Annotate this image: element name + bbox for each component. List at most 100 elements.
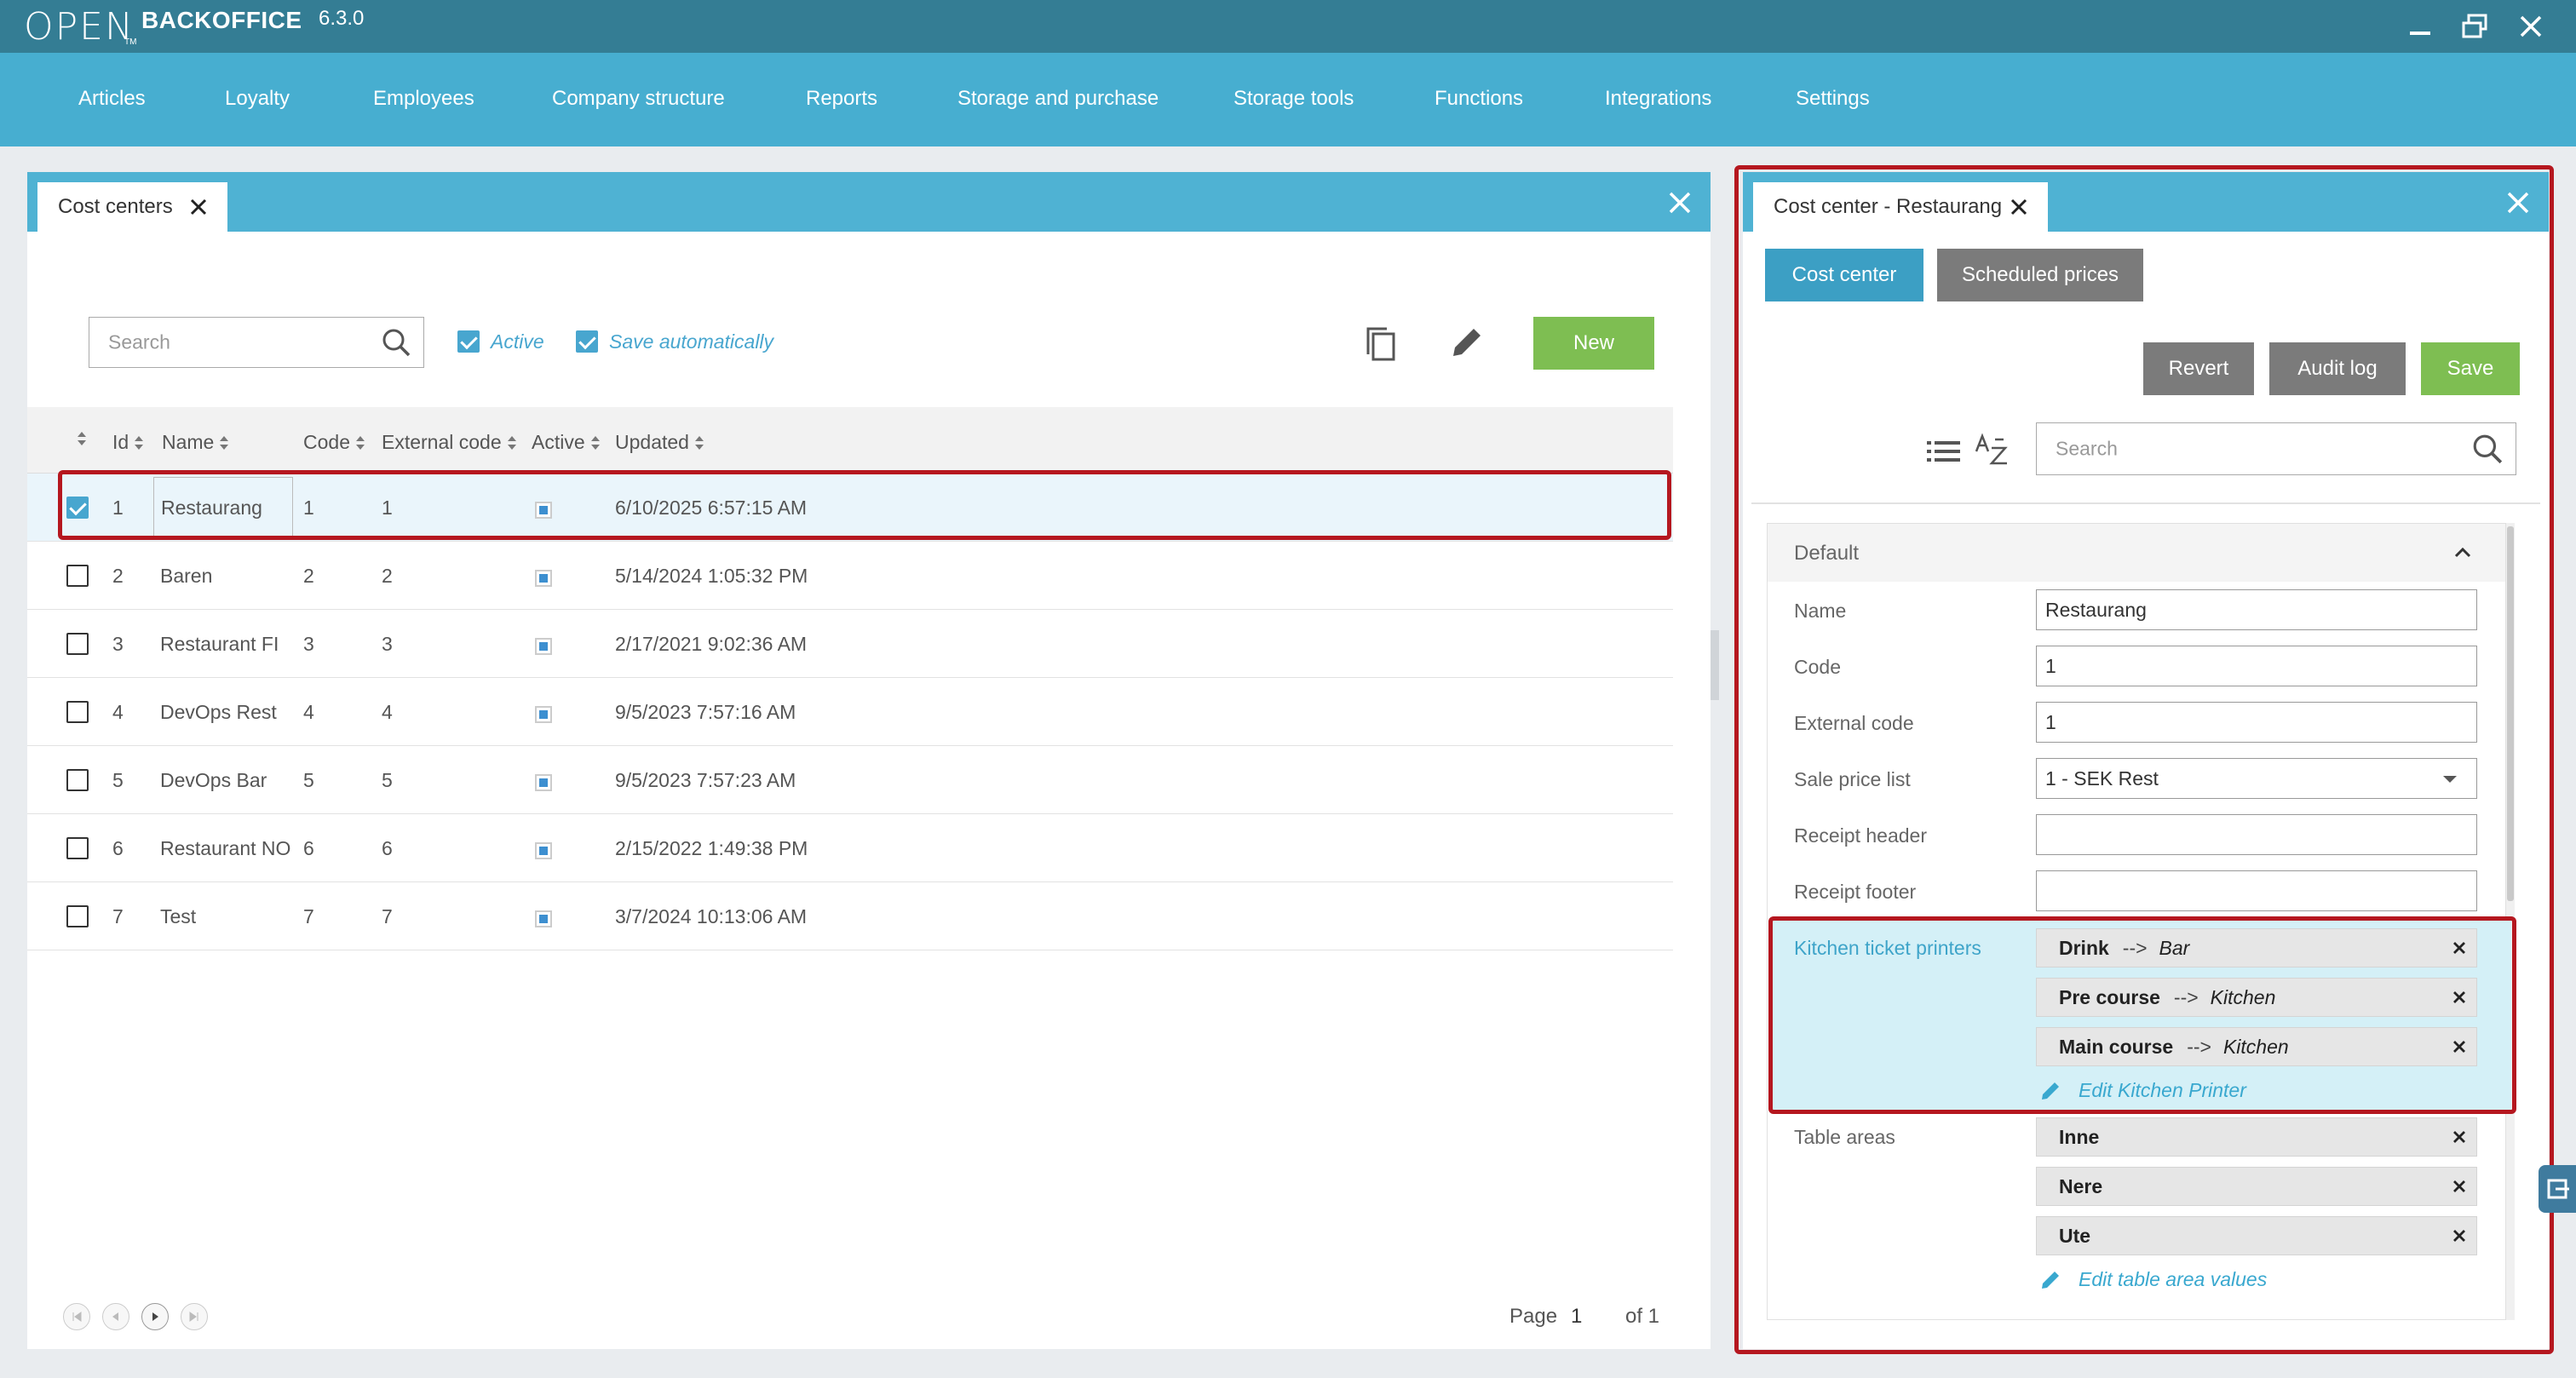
- menu-reports[interactable]: Reports: [806, 87, 877, 111]
- section-default-header[interactable]: [1768, 524, 2505, 582]
- remove-icon[interactable]: [2452, 1229, 2466, 1243]
- table-row[interactable]: 7 Test 7 7 3/7/2024 10:13:06 AM: [27, 882, 1673, 950]
- list-view-icon[interactable]: [1925, 436, 1963, 467]
- revert-button[interactable]: Revert: [2143, 342, 2254, 395]
- subtab-cost-center[interactable]: Cost center: [1765, 249, 1923, 301]
- restore-button[interactable]: [2453, 7, 2496, 46]
- row-checkbox[interactable]: [66, 497, 89, 519]
- remove-icon[interactable]: [2452, 1130, 2466, 1144]
- row-checkbox[interactable]: [66, 905, 89, 927]
- cell-name: DevOps Bar: [160, 768, 267, 791]
- tab-close-icon[interactable]: [2010, 198, 2027, 215]
- menu-company-structure[interactable]: Company structure: [552, 87, 725, 111]
- side-dock-button[interactable]: [2539, 1165, 2576, 1213]
- chevron-up-icon[interactable]: [2453, 543, 2472, 562]
- column-name[interactable]: Name: [162, 431, 229, 454]
- menu-functions[interactable]: Functions: [1435, 87, 1523, 111]
- main-menu: Articles Loyalty Employees Company struc…: [0, 53, 2576, 146]
- cost-centers-search-input[interactable]: Search: [89, 317, 424, 368]
- column-external-code[interactable]: External code: [382, 431, 517, 454]
- table-row[interactable]: 1 Restaurang 1 1 6/10/2025 6:57:15 AM: [27, 474, 1673, 542]
- table-row[interactable]: 5 DevOps Bar 5 5 9/5/2023 7:57:23 AM: [27, 746, 1673, 814]
- last-page-icon: [189, 1312, 198, 1322]
- cost-centers-panel-header: Cost centers: [27, 172, 1711, 232]
- table-row[interactable]: 6 Restaurant NO 6 6 2/15/2022 1:49:38 PM: [27, 814, 1673, 882]
- search-icon[interactable]: [381, 327, 411, 358]
- column-id[interactable]: Id: [112, 431, 144, 454]
- cell-name: Test: [160, 904, 197, 927]
- close-window-button[interactable]: [2510, 7, 2552, 46]
- edit-icon[interactable]: [1448, 324, 1486, 361]
- sort-icon: [77, 431, 87, 446]
- external-code-field[interactable]: 1: [2036, 702, 2477, 743]
- receipt-header-field[interactable]: [2036, 814, 2477, 855]
- first-page-button[interactable]: [63, 1303, 90, 1330]
- panel-splitter[interactable]: [1711, 630, 1719, 700]
- cell-code: 1: [303, 496, 314, 519]
- tab-cost-centers[interactable]: Cost centers: [37, 182, 227, 232]
- cell-external-code: 6: [382, 836, 393, 859]
- remove-icon[interactable]: [2452, 1180, 2466, 1193]
- receipt-footer-field[interactable]: [2036, 870, 2477, 911]
- tab-cost-center-restaurang[interactable]: Cost center - Restaurang: [1753, 182, 2049, 232]
- table-row[interactable]: 2 Baren 2 2 5/14/2024 1:05:32 PM: [27, 542, 1673, 610]
- row-checkbox[interactable]: [66, 769, 89, 791]
- row-checkbox[interactable]: [66, 565, 89, 587]
- menu-storage-and-purchase[interactable]: Storage and purchase: [957, 87, 1159, 111]
- panel-close-icon[interactable]: [2506, 191, 2530, 215]
- menu-articles[interactable]: Articles: [78, 87, 146, 111]
- tab-close-icon[interactable]: [190, 198, 207, 215]
- table-row[interactable]: 4 DevOps Rest 4 4 9/5/2023 7:57:16 AM: [27, 678, 1673, 746]
- remove-icon[interactable]: [2452, 1040, 2466, 1054]
- menu-employees[interactable]: Employees: [373, 87, 474, 111]
- menu-integrations[interactable]: Integrations: [1605, 87, 1711, 111]
- detail-search-input[interactable]: Search: [2036, 422, 2516, 475]
- save-automatically-checkbox[interactable]: [576, 330, 598, 353]
- panel-close-icon[interactable]: [1668, 191, 1692, 215]
- active-indicator: [535, 774, 552, 791]
- kitchen-printer-chip: Main course --> Kitchen: [2036, 1027, 2477, 1066]
- properties-scrollbar-thumb[interactable]: [2507, 526, 2514, 901]
- row-checkbox[interactable]: [66, 837, 89, 859]
- menu-storage-tools[interactable]: Storage tools: [1233, 87, 1354, 111]
- menu-settings[interactable]: Settings: [1796, 87, 1870, 111]
- select-all-sort[interactable]: [77, 431, 87, 446]
- copy-icon[interactable]: [1361, 324, 1402, 365]
- remove-icon[interactable]: [2452, 990, 2466, 1004]
- cell-updated: 3/7/2024 10:13:06 AM: [615, 904, 808, 927]
- table-row[interactable]: 3 Restaurant FI 3 3 2/17/2021 9:02:36 AM: [27, 610, 1673, 678]
- cell-code: 4: [303, 700, 314, 723]
- new-button[interactable]: New: [1533, 317, 1654, 370]
- code-field[interactable]: 1: [2036, 646, 2477, 686]
- row-checkbox[interactable]: [66, 633, 89, 655]
- minimize-button[interactable]: [2399, 7, 2441, 46]
- edit-table-area-link[interactable]: Edit table area values: [2039, 1267, 2267, 1291]
- sort-az-icon[interactable]: [1973, 431, 2010, 468]
- chevron-down-icon[interactable]: [2442, 774, 2458, 784]
- next-page-button[interactable]: [141, 1303, 169, 1330]
- receipt-header-label: Receipt header: [1794, 824, 1927, 847]
- cell-id: 1: [112, 496, 124, 519]
- remove-icon[interactable]: [2452, 941, 2466, 955]
- menu-loyalty[interactable]: Loyalty: [225, 87, 290, 111]
- column-updated[interactable]: Updated: [615, 431, 704, 454]
- search-placeholder: Search: [2056, 437, 2118, 460]
- row-checkbox[interactable]: [66, 701, 89, 723]
- name-field[interactable]: Restaurang: [2036, 589, 2477, 630]
- search-icon[interactable]: [2471, 433, 2504, 465]
- column-active[interactable]: Active: [532, 431, 601, 454]
- subtab-scheduled-prices[interactable]: Scheduled prices: [1937, 249, 2143, 301]
- last-page-button[interactable]: [181, 1303, 208, 1330]
- column-code[interactable]: Code: [303, 431, 365, 454]
- prev-page-button[interactable]: [102, 1303, 129, 1330]
- pager-current-page[interactable]: 1: [1571, 1305, 1582, 1329]
- active-filter-checkbox[interactable]: [457, 330, 480, 353]
- cell-external-code: 5: [382, 768, 393, 791]
- edit-kitchen-printer-link[interactable]: Edit Kitchen Printer: [2039, 1078, 2246, 1102]
- app-brand: BACKOFFICE: [141, 7, 302, 33]
- table-area-name: Nere: [2059, 1174, 2103, 1197]
- audit-log-button[interactable]: Audit log: [2269, 342, 2406, 395]
- sort-icon: [590, 435, 601, 451]
- sale-price-list-select[interactable]: 1 - SEK Rest: [2036, 758, 2477, 799]
- save-button[interactable]: Save: [2421, 342, 2520, 395]
